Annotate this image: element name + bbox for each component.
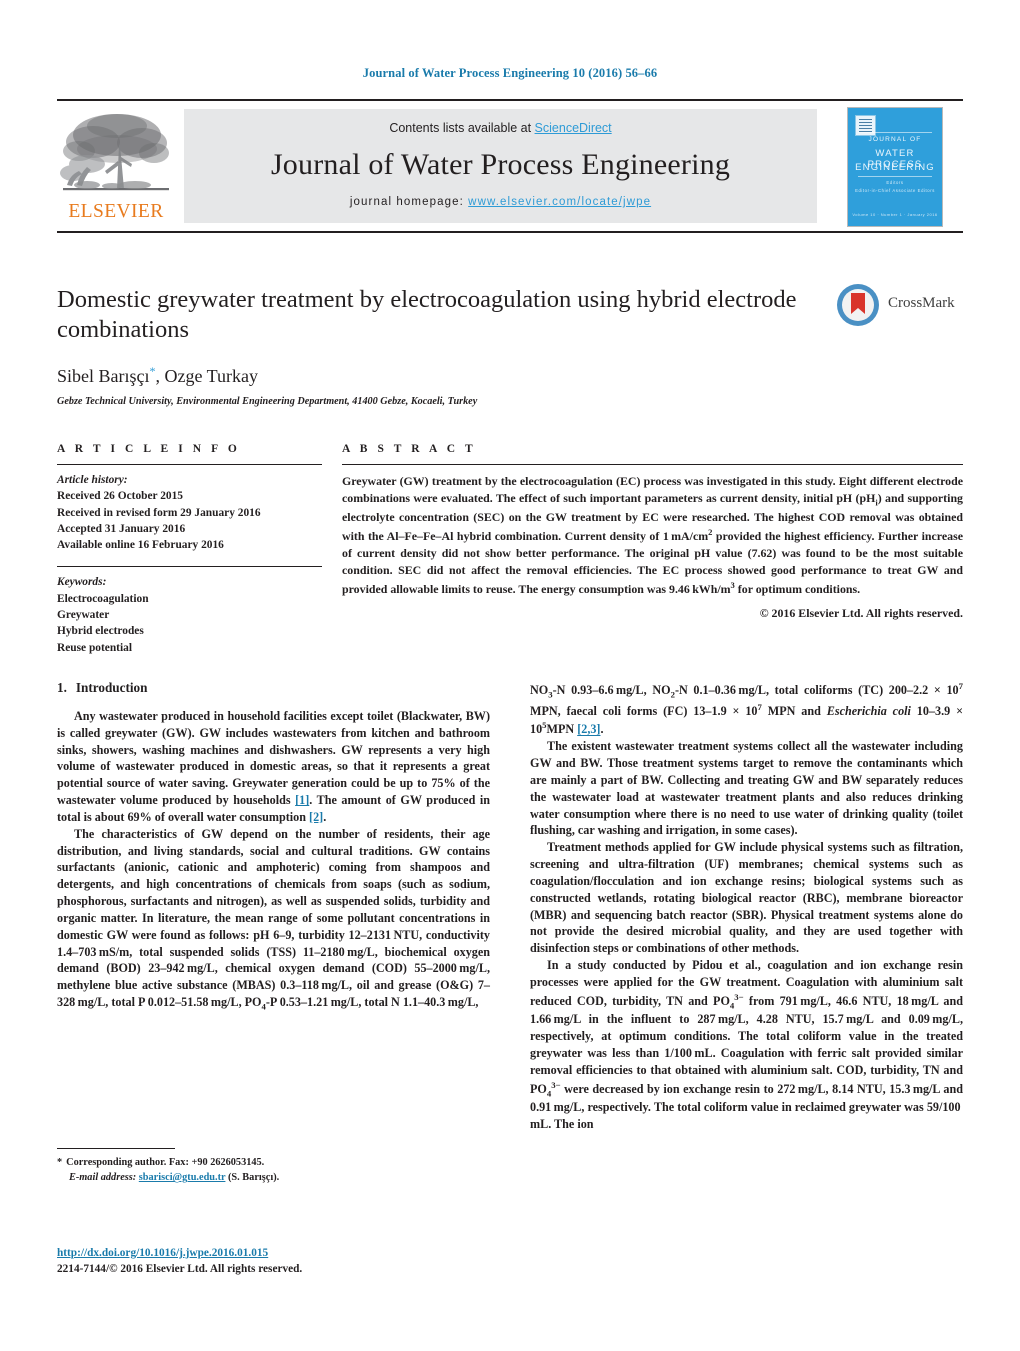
paragraph: The characteristics of GW depend on the … xyxy=(57,826,490,1012)
footnote-rule xyxy=(57,1148,175,1149)
article-info-rule xyxy=(57,464,322,465)
author-primary: Sibel Barışçı xyxy=(57,365,150,386)
abstract-rule xyxy=(342,464,963,465)
elsevier-tree-icon: ELSEVIER xyxy=(57,109,175,227)
elsevier-wordmark: ELSEVIER xyxy=(68,201,164,222)
paragraph: Treatment methods applied for GW include… xyxy=(530,840,963,956)
journal-masthead: ELSEVIER Contents lists available at Sci… xyxy=(57,99,963,233)
article-info-column: A R T I C L E I N F O Article history: R… xyxy=(57,443,322,656)
journal-homepage-line: journal homepage: www.elsevier.com/locat… xyxy=(184,196,817,208)
history-item: Accepted 31 January 2016 xyxy=(57,522,186,535)
doi-footer: http://dx.doi.org/10.1016/j.jwpe.2016.01… xyxy=(57,1245,517,1277)
article-history-label: Article history: xyxy=(57,474,128,486)
email-suffix: (S. Barışçı). xyxy=(228,1172,280,1184)
citation-link[interactable]: [2] xyxy=(309,810,323,824)
citation-link[interactable]: [1] xyxy=(295,793,309,807)
author-secondary: , Ozge Turkay xyxy=(155,365,259,386)
article-title-block: Domestic greywater treatment by electroc… xyxy=(57,285,817,407)
corresponding-author-footnote: * Corresponding author. Fax: +90 26260531… xyxy=(57,1148,490,1185)
section-heading-introduction: 1. Introduction xyxy=(57,680,490,696)
keywords-list: Keywords: Electrocoagulation Greywater H… xyxy=(57,574,322,655)
keyword-item: Electrocoagulation xyxy=(57,592,149,605)
keywords-label: Keywords: xyxy=(57,576,107,589)
keyword-item: Reuse potential xyxy=(57,641,132,654)
journal-title: Journal of Water Process Engineering xyxy=(270,148,731,181)
email-label: E-mail address: xyxy=(69,1172,137,1184)
article-info-heading: A R T I C L E I N F O xyxy=(57,443,241,455)
contents-prefix: Contents lists available at xyxy=(389,121,535,135)
crossmark-badge[interactable]: CrossMark xyxy=(836,283,964,329)
footnote-star: * xyxy=(57,1157,63,1168)
contents-available-line: Contents lists available at ScienceDirec… xyxy=(184,121,817,135)
sciencedirect-link[interactable]: ScienceDirect xyxy=(535,121,612,135)
history-item: Available online 16 February 2016 xyxy=(57,539,224,552)
cover-line-3: ENGINEERING xyxy=(855,162,935,173)
cover-editor-names: Editor-in-Chief Associate Editors xyxy=(855,188,935,193)
cover-line-1: JOURNAL OF xyxy=(868,136,922,143)
section-number: 1. xyxy=(57,680,67,695)
author-affiliation: Gebze Technical University, Environmenta… xyxy=(57,395,478,407)
homepage-prefix: journal homepage: xyxy=(349,196,469,208)
abstract-heading: A B S T R A C T xyxy=(342,443,477,455)
crossmark-label: CrossMark xyxy=(888,295,955,311)
footnote-text: * Corresponding author. Fax: +90 26260531… xyxy=(57,1155,490,1185)
crossmark-icon xyxy=(837,284,879,326)
abstract-copyright: © 2016 Elsevier Ltd. All rights reserved… xyxy=(759,606,963,621)
history-item: Received 26 October 2015 xyxy=(57,490,184,503)
section-title: Introduction xyxy=(75,680,148,695)
abstract-column: A B S T R A C T Greywater (GW) treatment… xyxy=(342,443,963,621)
paragraph: The existent wastewater treatment system… xyxy=(530,739,963,838)
issn-copyright-line: 2214-7144/© 2016 Elsevier Ltd. All right… xyxy=(57,1263,303,1276)
keyword-item: Greywater xyxy=(57,609,110,622)
abstract-text: Greywater (GW) treatment by the electroc… xyxy=(342,474,964,597)
paragraph: NO3-N 0.93–6.6 mg/L, NO2-N 0.1–0.36 mg/L… xyxy=(530,681,963,737)
doi-link[interactable]: http://dx.doi.org/10.1016/j.jwpe.2016.01… xyxy=(57,1247,268,1259)
author-email-link[interactable]: sbarisci@gtu.edu.tr xyxy=(139,1172,226,1183)
body-column-left: 1. Introduction Any wastewater produced i… xyxy=(57,680,490,1013)
author-list: Sibel Barışçı*, Ozge Turkay xyxy=(57,364,817,387)
keyword-item: Hybrid electrodes xyxy=(57,625,144,638)
page-title: Domestic greywater treatment by electroc… xyxy=(57,286,797,343)
keywords-block: Keywords: Electrocoagulation Greywater H… xyxy=(57,566,322,655)
journal-cover-thumbnail[interactable]: JOURNAL OF WATER PROCESS ENGINEERING Edi… xyxy=(847,107,943,227)
article-history: Article history: Received 26 October 201… xyxy=(57,472,322,553)
citation-link[interactable]: [2,3] xyxy=(577,723,600,737)
journal-homepage-link[interactable]: www.elsevier.com/locate/jwpe xyxy=(468,196,651,208)
body-column-right: NO3-N 0.93–6.6 mg/L, NO2-N 0.1–0.36 mg/L… xyxy=(530,680,963,1133)
paragraph: In a study conducted by Pidou et al., co… xyxy=(530,958,964,1132)
paragraph: Any wastewater produced in household fac… xyxy=(57,709,490,824)
journal-band: Contents lists available at ScienceDirec… xyxy=(184,109,817,223)
footnote-corresponding: Corresponding author. Fax: +90 262605314… xyxy=(66,1157,265,1168)
running-head: Journal of Water Process Engineering 10 … xyxy=(362,66,658,80)
cover-footer: Volume 10 · Number 1 · January 2016 xyxy=(852,212,938,217)
paper-page: Journal of Water Process Engineering 10 … xyxy=(0,0,1020,1351)
history-item: Received in revised form 29 January 2016 xyxy=(57,506,261,519)
cover-editor-label: Editors xyxy=(886,180,904,185)
